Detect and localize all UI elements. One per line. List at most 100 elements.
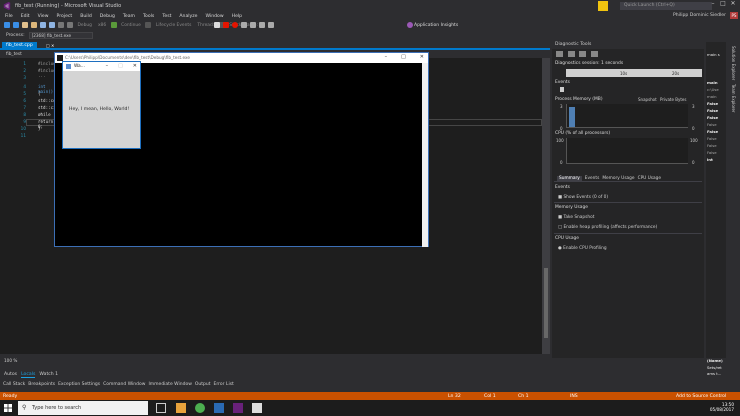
tab-cpu-usage[interactable]: CPU Usage	[638, 176, 662, 181]
process-select[interactable]: [2368] fib_test.exe	[28, 31, 93, 39]
tab-call-stack[interactable]: Call Stack	[3, 382, 25, 387]
scrollbar-thumb[interactable]	[544, 268, 548, 338]
user-name[interactable]: Philipp Dominic Siedler	[673, 13, 726, 18]
tab-summary[interactable]: Summary	[557, 175, 582, 181]
redo-icon[interactable]	[67, 22, 73, 28]
tab-exception-settings[interactable]: Exception Settings	[58, 382, 100, 387]
application-insights-label[interactable]: Application Insights	[414, 23, 458, 28]
continue-icon[interactable]	[110, 22, 117, 28]
menu-analyze[interactable]: Analyze	[179, 14, 197, 19]
zoom-in-icon[interactable]	[567, 51, 575, 57]
take-snapshot-button[interactable]: ■ Take Snapshot	[558, 215, 594, 220]
menu-window[interactable]: Window	[206, 14, 224, 19]
restart-icon[interactable]	[231, 22, 238, 28]
app-title-bar[interactable]: Wa... – □ ✕	[63, 62, 140, 71]
tab-autos[interactable]: Autos	[4, 372, 17, 377]
system-clock[interactable]: 13:50 05/08/2017	[710, 402, 734, 412]
menu-build[interactable]: Build	[80, 14, 92, 19]
maximize-icon[interactable]: □	[118, 63, 123, 69]
team-explorer-tab[interactable]: Team Explorer	[731, 84, 736, 113]
quick-launch-input[interactable]: Quick Launch (Ctrl+Q)	[620, 2, 712, 10]
menu-tools[interactable]: Tools	[143, 14, 154, 19]
close-icon[interactable]: ✕	[420, 54, 424, 60]
menu-project[interactable]: Project	[57, 14, 73, 19]
add-to-source-control[interactable]: Add to Source Control	[676, 394, 726, 399]
pause-icon[interactable]	[213, 22, 220, 28]
open-file-icon[interactable]	[31, 22, 37, 28]
minimize-icon[interactable]: –	[708, 0, 718, 7]
cpu-section-header[interactable]: CPU (% of all processors)	[555, 131, 610, 136]
tab-watch-1[interactable]: Watch 1	[39, 372, 58, 377]
minimize-icon[interactable]: –	[106, 63, 109, 69]
console-scrollbar[interactable]	[422, 63, 428, 247]
undo-icon[interactable]	[58, 22, 64, 28]
back-icon[interactable]	[4, 22, 10, 28]
minimize-icon[interactable]: –	[385, 54, 388, 60]
menu-debug[interactable]: Debug	[100, 14, 115, 19]
enable-cpu-profiling-button[interactable]: ● Enable CPU Profiling	[558, 246, 607, 251]
menu-help[interactable]: Help	[232, 14, 242, 19]
session-timeline[interactable]	[566, 69, 702, 77]
tool-icon[interactable]	[145, 22, 152, 28]
visual-studio-taskbar-icon[interactable]	[233, 403, 243, 413]
menu-test[interactable]: Test	[162, 14, 171, 19]
project-nav-dropdown[interactable]: fib_test	[6, 52, 22, 57]
show-events-button[interactable]: ■ Show Events (0 of 0)	[558, 195, 608, 200]
stop-icon[interactable]	[222, 22, 229, 28]
user-avatar[interactable]: PS	[730, 12, 738, 19]
step-out-icon[interactable]	[267, 22, 274, 28]
tab-pin-icon[interactable]: □ ✕	[46, 43, 54, 48]
panel-header[interactable]: main s	[707, 52, 720, 57]
show-next-statement-icon[interactable]	[240, 22, 247, 28]
editor-scrollbar[interactable]	[542, 58, 550, 354]
menu-team[interactable]: Team	[123, 14, 135, 19]
file-explorer-icon[interactable]	[176, 403, 186, 413]
solution-config-select[interactable]: Debug	[78, 23, 92, 28]
menu-edit[interactable]: Edit	[21, 14, 30, 19]
lifecycle-events-select[interactable]: Lifecycle Events	[156, 23, 192, 28]
continue-button[interactable]: Continue	[121, 23, 141, 28]
task-view-icon[interactable]	[156, 403, 166, 413]
menu-file[interactable]: File	[5, 14, 13, 19]
tab-command-window[interactable]: Command Window	[103, 382, 145, 387]
step-into-icon[interactable]	[249, 22, 256, 28]
app-window[interactable]: Wa... – □ ✕ Hey, I mean, Hello, World!	[62, 61, 141, 149]
platform-select[interactable]: x86	[98, 23, 106, 28]
save-all-icon[interactable]	[49, 22, 55, 28]
tab-fib-test-cpp[interactable]: fib_test.cpp	[2, 42, 37, 50]
menu-view[interactable]: View	[38, 14, 49, 19]
tab-breakpoints[interactable]: Breakpoints	[28, 382, 55, 387]
solution-explorer-tab[interactable]: Solution Explorer	[731, 46, 736, 80]
memory-section-header[interactable]: Process Memory (MB)	[555, 97, 603, 102]
tab-error-list[interactable]: Error List	[214, 382, 234, 387]
taskbar-search-box[interactable]: ⚲ Type here to search	[18, 401, 148, 415]
enable-heap-checkbox[interactable]: □ Enable heap profiling (affects perform…	[558, 225, 657, 230]
step-over-icon[interactable]	[258, 22, 265, 28]
zoom-level[interactable]: 100 %	[4, 358, 17, 363]
application-insights[interactable]: Application Insights	[405, 21, 458, 29]
close-icon[interactable]: ✕	[728, 0, 738, 7]
new-project-icon[interactable]	[22, 22, 28, 28]
notification-flag-icon[interactable]	[598, 1, 608, 11]
reset-zoom-icon[interactable]	[590, 51, 598, 57]
zoom-out-icon[interactable]	[579, 51, 587, 57]
chrome-icon[interactable]	[195, 403, 205, 413]
settings-icon[interactable]	[556, 51, 563, 57]
forward-icon[interactable]	[13, 22, 19, 28]
tab-memory-usage[interactable]: Memory Usage	[602, 176, 634, 181]
save-icon[interactable]	[40, 22, 46, 28]
maximize-icon[interactable]: □	[401, 54, 406, 60]
tab-locals[interactable]: Locals	[21, 372, 36, 378]
code-line[interactable]: {	[38, 91, 41, 96]
tab-output[interactable]: Output	[195, 382, 211, 387]
console-taskbar-icon[interactable]	[252, 403, 262, 413]
photoshop-icon[interactable]	[214, 403, 224, 413]
code-line[interactable]: }	[38, 126, 41, 131]
close-icon[interactable]: ✕	[133, 63, 137, 69]
breakpoint-gutter[interactable]	[0, 58, 16, 354]
events-section-header[interactable]: Events	[555, 80, 570, 85]
tab-events[interactable]: Events	[585, 176, 600, 181]
tab-immediate-window[interactable]: Immediate Window	[148, 382, 191, 387]
maximize-icon[interactable]: □	[718, 0, 728, 7]
windows-start-icon[interactable]	[4, 404, 12, 412]
